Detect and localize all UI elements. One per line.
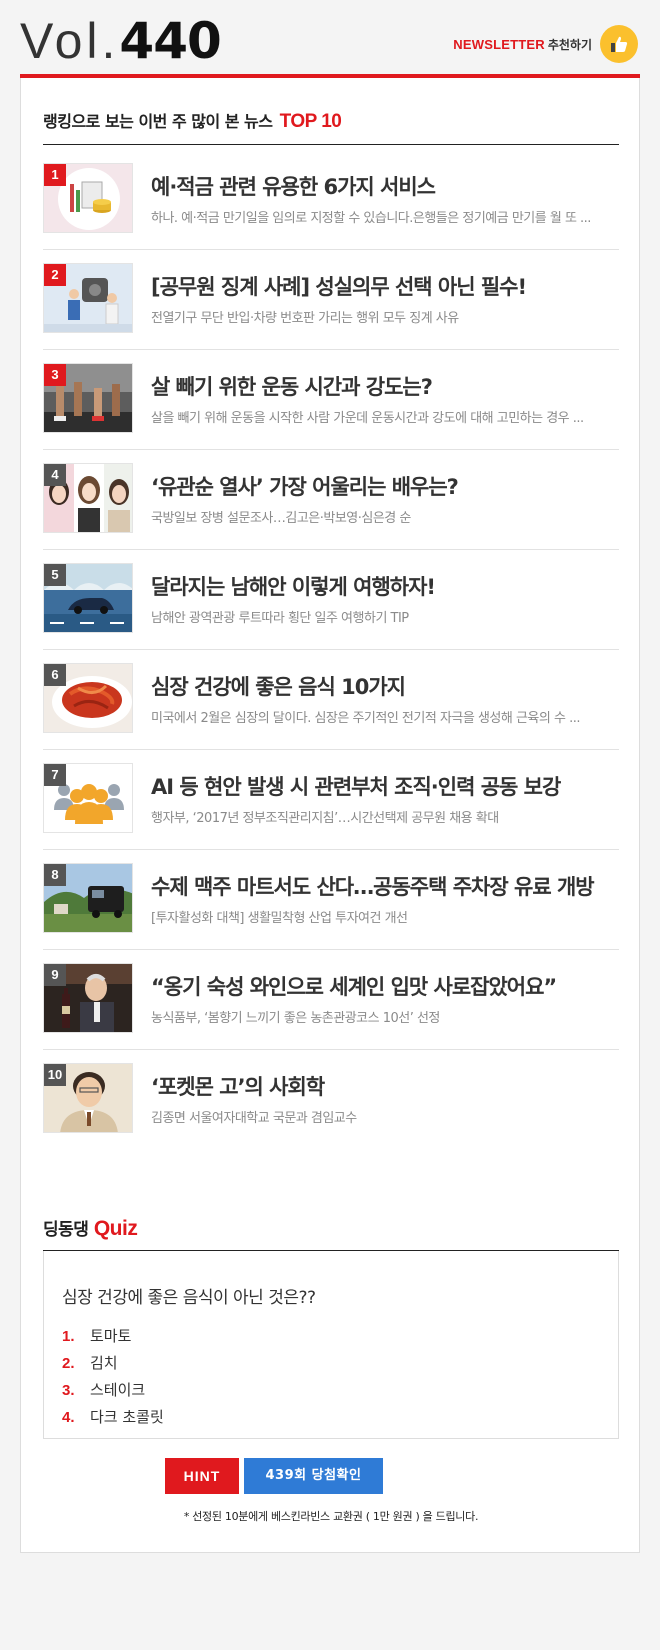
rank-badge: 3 (44, 364, 66, 386)
news-title[interactable]: 예·적금 관련 유용한 6가지 서비스 (151, 171, 621, 201)
news-description: 남해안 광역관광 루트따라 횡단 일주 여행하기 TIP (151, 611, 409, 626)
news-description: 행자부, ‘2017년 정부조직관리지침’…시간선택제 공무원 채용 확대 (151, 811, 499, 826)
quiz-option-number: 2. (62, 1355, 75, 1372)
rank-badge: 6 (44, 664, 66, 686)
quiz-title-accent: Quiz (93, 1217, 138, 1240)
rank-badge: 2 (44, 264, 66, 286)
news-thumbnail-professor[interactable]: 10 (43, 1063, 133, 1133)
news-item-8[interactable]: 8 수제 맥주 마트서도 산다…공동주택 주차장 유료 개방 [투자활성화 대책… (43, 845, 619, 950)
news-item-7[interactable]: 7 AI 등 현안 발생 시 관련부처 조직·인력 공동 보강 행자부, ‘20… (43, 745, 619, 850)
news-title[interactable]: 달라지는 남해안 이렇게 여행하자! (151, 571, 621, 601)
newsletter-header: Vol.440 NEWSLETTER 추천하기 (20, 10, 640, 75)
hint-button[interactable]: HINT (165, 1458, 239, 1494)
winner-check-button[interactable]: 439회 당첨확인 (244, 1458, 383, 1494)
quiz-box: 심장 건강에 좋은 음식이 아닌 것은?? 1. 토마토 2. 김치 3. 스테이크 … (43, 1251, 619, 1439)
rank-badge: 9 (44, 964, 66, 986)
news-thumbnail-wine[interactable]: 9 (43, 963, 133, 1033)
news-thumbnail-actresses[interactable]: 4 (43, 463, 133, 533)
news-title[interactable]: AI 등 현안 발생 시 관련부처 조직·인력 공동 보강 (151, 771, 621, 801)
rank-badge: 8 (44, 864, 66, 886)
thumbs-up-icon[interactable] (600, 25, 638, 63)
news-thumbnail-discipline[interactable]: 2 (43, 263, 133, 333)
rank-badge: 1 (44, 164, 66, 186)
news-item-9[interactable]: 9 “옹기 숙성 와인으로 세계인 입맛 사로잡았어요” 농식품부, ‘봄향기 … (43, 945, 619, 1050)
news-item-5[interactable]: 5 달라지는 남해안 이렇게 여행하자! 남해안 광역관광 루트따라 횡단 일주… (43, 545, 619, 650)
quiz-option-number: 4. (62, 1409, 75, 1426)
quiz-option-number: 1. (62, 1328, 75, 1345)
content-card: 랭킹으로 보는 이번 주 많이 본 뉴스 TOP 10 1 예·적금 관련 유용… (20, 78, 640, 1553)
quiz-section-title: 딩동댕 Quiz (43, 1215, 138, 1241)
quiz-footnote: * 선정된 10분에게 베스킨라빈스 교환권 ( 1만 원권 ) 을 드립니다. (183, 1510, 479, 1523)
rank-badge: 10 (44, 1064, 66, 1086)
news-description: 국방일보 장병 설문조사…김고은·박보영·심은경 순 (151, 511, 411, 526)
rank-badge: 4 (44, 464, 66, 486)
ranking-title-text: 랭킹으로 보는 이번 주 많이 본 뉴스 (43, 112, 273, 131)
news-description: 하나. 예·적금 만기일을 임의로 지정할 수 있습니다.은행들은 정기예금 만… (151, 211, 591, 226)
news-title[interactable]: 수제 맥주 마트서도 산다…공동주택 주차장 유료 개방 (151, 871, 621, 901)
news-description: 김종면 서울여자대학교 국문과 겸임교수 (151, 1111, 357, 1126)
news-title[interactable]: [공무원 징계 사례] 성실의무 선택 아닌 필수! (151, 271, 621, 301)
news-item-6[interactable]: 6 심장 건강에 좋은 음식 10가지 미국에서 2월은 심장의 달이다. 심장… (43, 645, 619, 750)
news-title[interactable]: 살 빼기 위한 운동 시간과 강도는? (151, 371, 621, 401)
quiz-option-2[interactable]: 2. 김치 (62, 1352, 118, 1373)
rank-badge: 5 (44, 564, 66, 586)
quiz-option-number: 3. (62, 1382, 75, 1399)
news-item-4[interactable]: 4 ‘유관순 열사’ 가장 어울리는 배우는? 국방일보 장병 설문조사…김고은… (43, 445, 619, 550)
newsletter-label: NEWSLETTER (453, 36, 545, 52)
quiz-title-text: 딩동댕 (43, 1220, 89, 1240)
ranking-section-title: 랭킹으로 보는 이번 주 많이 본 뉴스 TOP 10 (43, 108, 342, 133)
news-item-1[interactable]: 1 예·적금 관련 유용한 6가지 서비스 하나. 예·적금 만기일을 임의로 … (43, 145, 619, 250)
news-item-10[interactable]: 10 ‘포켓몬 고’의 사회학 김종면 서울여자대학교 국문과 겸임교수 (43, 1045, 619, 1150)
recommend-label: 추천하기 (547, 37, 592, 52)
volume-title: Vol.440 (20, 10, 222, 72)
news-description: [투자활성화 대책] 생활밀착형 산업 투자여건 개선 (151, 911, 408, 926)
quiz-option-text: 스테이크 (90, 1381, 146, 1399)
rank-badge: 7 (44, 764, 66, 786)
quiz-option-1[interactable]: 1. 토마토 (62, 1325, 131, 1346)
news-thumbnail-savings[interactable]: 1 (43, 163, 133, 233)
news-description: 미국에서 2월은 심장의 달이다. 심장은 주기적인 전기적 자극을 생성해 근… (151, 711, 580, 726)
news-item-2[interactable]: 2 [공무원 징계 사례] 성실의무 선택 아닌 필수! 전열기구 무단 반입·… (43, 245, 619, 350)
news-item-3[interactable]: 3 살 빼기 위한 운동 시간과 강도는? 살을 빼기 위해 운동을 시작한 사… (43, 345, 619, 450)
news-title[interactable]: ‘포켓몬 고’의 사회학 (151, 1071, 621, 1101)
news-description: 농식품부, ‘봄향기 느끼기 좋은 농촌관광코스 10선’ 선정 (151, 1011, 440, 1026)
ranking-title-accent: TOP 10 (279, 111, 342, 132)
news-thumbnail-organization[interactable]: 7 (43, 763, 133, 833)
volume-label: Vol. (20, 13, 120, 69)
news-title[interactable]: 심장 건강에 좋은 음식 10가지 (151, 671, 621, 701)
news-description: 살을 빼기 위해 운동을 시작한 사람 가운데 운동시간과 강도에 대해 고민하… (151, 411, 584, 426)
news-description: 전열기구 무단 반입·차량 번호판 가리는 행위 모두 징계 사유 (151, 311, 459, 326)
quiz-question: 심장 건강에 좋은 음식이 아닌 것은?? (62, 1288, 316, 1308)
volume-number: 440 (119, 12, 221, 70)
quiz-option-3[interactable]: 3. 스테이크 (62, 1379, 145, 1400)
news-thumbnail-camping[interactable]: 8 (43, 863, 133, 933)
news-thumbnail-kimchi[interactable]: 6 (43, 663, 133, 733)
quiz-option-text: 김치 (90, 1354, 118, 1372)
quiz-option-text: 다크 초콜릿 (90, 1408, 164, 1426)
newsletter-recommend[interactable]: NEWSLETTER 추천하기 (453, 24, 638, 64)
news-title[interactable]: “옹기 숙성 와인으로 세계인 입맛 사로잡았어요” (151, 971, 621, 1001)
news-title[interactable]: ‘유관순 열사’ 가장 어울리는 배우는? (151, 471, 621, 501)
news-thumbnail-exercise[interactable]: 3 (43, 363, 133, 433)
news-thumbnail-travel[interactable]: 5 (43, 563, 133, 633)
quiz-option-text: 토마토 (90, 1327, 132, 1345)
quiz-option-4[interactable]: 4. 다크 초콜릿 (62, 1406, 164, 1427)
